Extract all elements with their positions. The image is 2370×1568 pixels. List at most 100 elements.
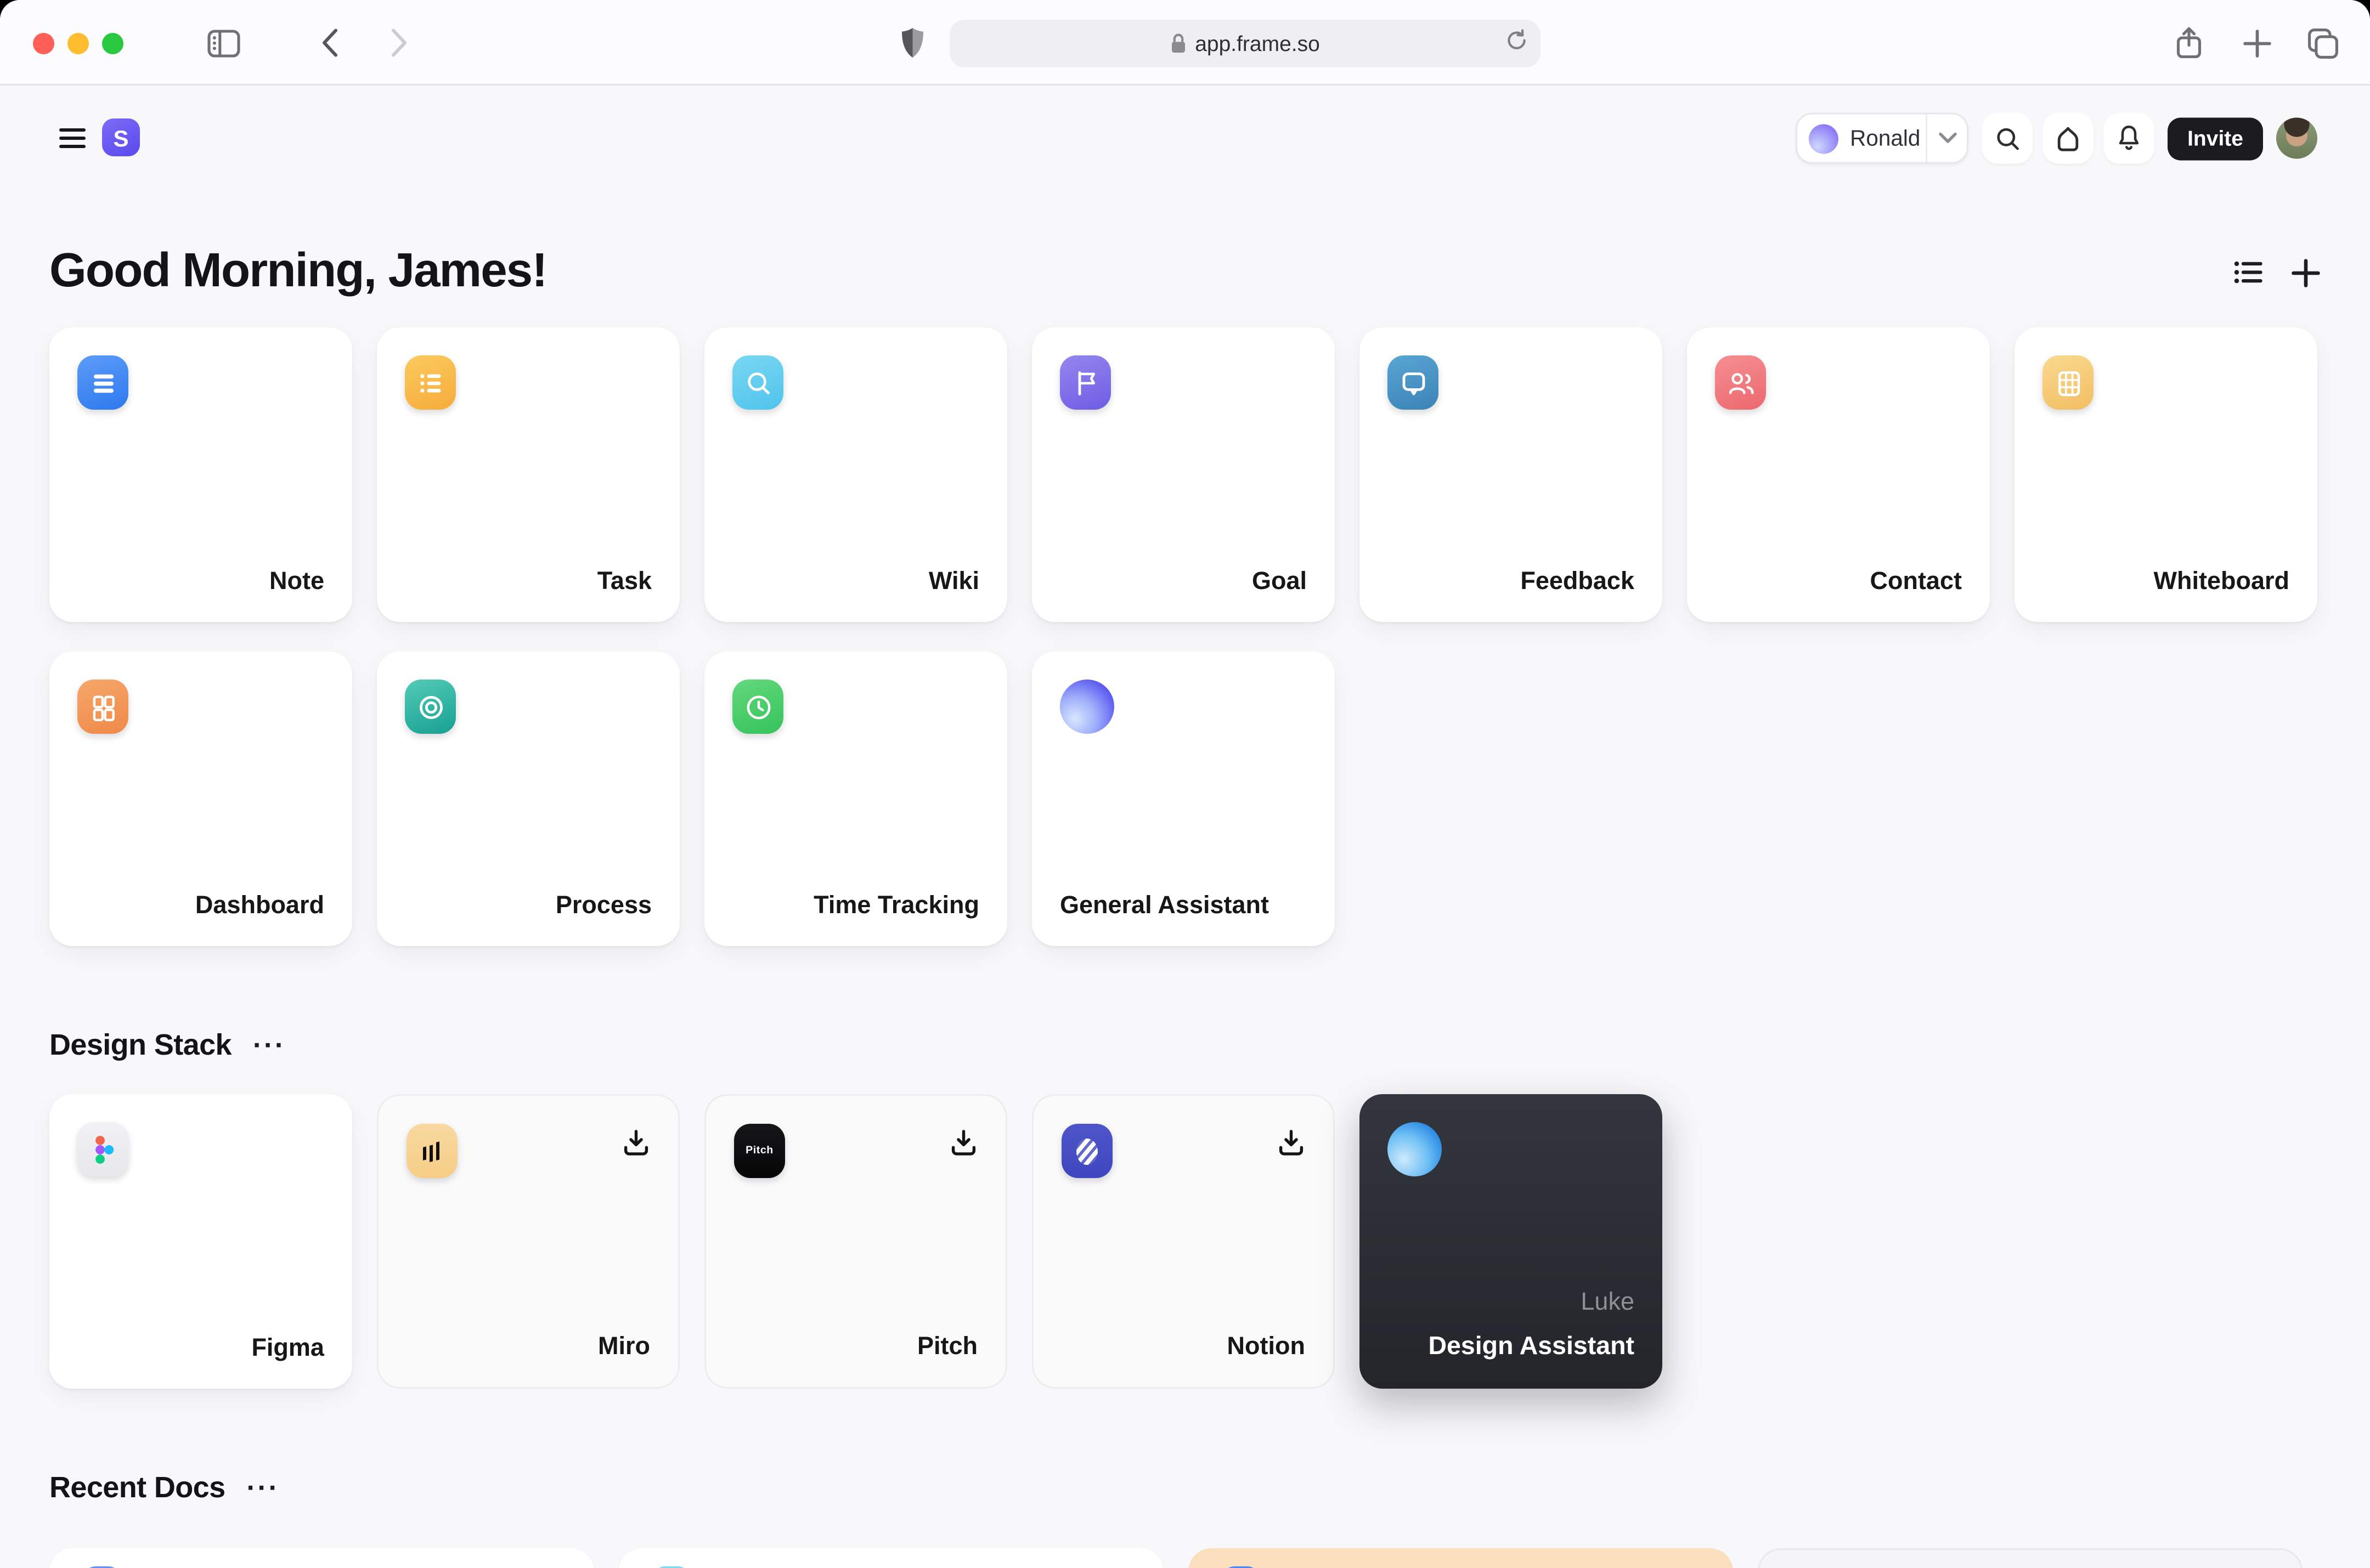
app-card-wiki[interactable]: Wiki (704, 327, 1007, 622)
app-card-contact[interactable]: Contact (1687, 327, 1990, 622)
whiteboard-icon (2042, 355, 2094, 410)
app-card-note[interactable]: Note (49, 327, 352, 622)
app-card-process[interactable]: Process (377, 652, 680, 946)
contact-icon (1715, 355, 1766, 410)
wiki-icon (732, 355, 783, 410)
sphere-blue-icon (1387, 1122, 1442, 1176)
section-title: Recent Docs (49, 1471, 225, 1504)
stack-card-label: Miro (597, 1333, 650, 1361)
section-menu-icon[interactable]: ··· (247, 1474, 280, 1502)
address-bar[interactable]: app.frame.so (950, 20, 1541, 67)
app-header: S Ronald Invite (0, 86, 2370, 191)
stack-card-figma[interactable]: Figma (49, 1094, 352, 1389)
stack-card-miro[interactable]: Miro (377, 1094, 680, 1389)
url-text: app.frame.so (1195, 31, 1320, 56)
app-card-label: Goal (1251, 568, 1307, 596)
page-title: Good Morning, James! (49, 245, 548, 298)
recent-doc-card[interactable] (1188, 1548, 1733, 1568)
search-button[interactable] (1982, 112, 2033, 164)
recent-doc-card[interactable] (619, 1548, 1164, 1568)
process-icon (405, 680, 456, 734)
app-card-dashboard[interactable]: Dashboard (49, 652, 352, 946)
stack-card-label: Pitch (917, 1333, 978, 1361)
forward-icon[interactable] (379, 23, 418, 63)
lock-icon (1172, 33, 1186, 53)
stack-card-label: Figma (251, 1334, 324, 1362)
stack-card-notion[interactable]: Notion (1032, 1094, 1335, 1389)
app-card-time-tracking[interactable]: Time Tracking (704, 652, 1007, 946)
chevron-down-icon (1927, 132, 1967, 144)
app-card-label: Contact (1870, 568, 1962, 596)
recent-docs-grid (49, 1548, 2321, 1568)
workspace-switcher[interactable]: Ronald (1796, 112, 1969, 164)
recent-doc-card[interactable] (49, 1548, 594, 1568)
stack-card-pitch[interactable]: Pitch Pitch (704, 1094, 1007, 1389)
app-card-label: Feedback (1520, 568, 1634, 596)
zoom-window-button[interactable] (101, 32, 123, 54)
invite-button[interactable]: Invite (2168, 117, 2263, 160)
app-card-label: Time Tracking (814, 892, 979, 920)
app-card-feedback[interactable]: Feedback (1359, 327, 1662, 622)
home-button[interactable] (2042, 112, 2094, 164)
section-header: Recent Docs ··· (49, 1471, 2321, 1505)
recent-doc-card[interactable] (1758, 1548, 2303, 1568)
workspace-avatar (1809, 123, 1839, 153)
download-icon[interactable] (1277, 1129, 1305, 1157)
app-card-general-assistant[interactable]: General Assistant (1032, 652, 1335, 946)
dashboard-icon (77, 680, 128, 734)
privacy-shield-icon[interactable] (892, 23, 932, 63)
home-icon (2057, 126, 2079, 151)
bell-icon (2119, 125, 2139, 150)
minimize-window-button[interactable] (66, 32, 88, 54)
search-icon (1996, 127, 2018, 149)
workspace-name: Ronald (1850, 126, 1921, 151)
tab-overview-icon[interactable] (2303, 23, 2342, 63)
app-card-label: Process (555, 892, 652, 920)
time-icon (732, 680, 783, 734)
feedback-icon (1387, 355, 1438, 410)
section-title: Design Stack (49, 1028, 232, 1061)
app-card-label: Task (597, 568, 652, 596)
notifications-button[interactable] (2103, 112, 2155, 164)
download-icon[interactable] (950, 1129, 978, 1157)
app-grid: Note Task Wiki Goal Feedback Contact Whiteboar… (49, 327, 2321, 946)
task-icon (405, 355, 456, 410)
add-app-icon[interactable] (2291, 258, 2321, 287)
sidebar-toggle-icon[interactable] (204, 23, 244, 63)
app-card-label: Wiki (928, 568, 979, 596)
download-icon[interactable] (622, 1129, 650, 1157)
close-window-button[interactable] (32, 32, 54, 54)
section-header: Design Stack ··· (49, 1028, 2321, 1063)
app-logo[interactable]: S (102, 118, 140, 156)
app-card-task[interactable]: Task (377, 327, 680, 622)
new-tab-icon[interactable] (2237, 23, 2276, 63)
pitch-icon: Pitch (734, 1124, 785, 1178)
miro-icon (407, 1124, 458, 1178)
note-icon (77, 355, 128, 410)
app-card-label: Dashboard (195, 892, 324, 920)
sphere-purple-icon (1060, 680, 1114, 734)
share-icon[interactable] (2169, 23, 2209, 63)
stack-card-label: Notion (1227, 1333, 1305, 1361)
browser-toolbar: app.frame.so (0, 0, 2370, 86)
user-avatar[interactable] (2276, 117, 2317, 159)
app-card-label: General Assistant (1060, 892, 1269, 920)
main-content: Good Morning, James! Note Task Wiki Goal Fee… (0, 245, 2370, 1568)
notion-icon (1062, 1124, 1113, 1178)
menu-button[interactable] (59, 128, 86, 148)
list-view-icon[interactable] (2233, 258, 2263, 286)
stack-card-label: Design Assistant (1428, 1333, 1634, 1361)
browser-window: app.frame.so S Ronald Invite Good Mornin… (0, 0, 2370, 1568)
goal-icon (1060, 355, 1111, 410)
reload-icon[interactable] (1506, 28, 1527, 59)
app-card-label: Note (269, 568, 324, 596)
figma-icon (77, 1122, 128, 1176)
section-menu-icon[interactable]: ··· (253, 1031, 286, 1059)
app-card-whiteboard[interactable]: Whiteboard (2015, 327, 2317, 622)
app-card-label: Whiteboard (2153, 568, 2290, 596)
app-card-goal[interactable]: Goal (1032, 327, 1335, 622)
back-icon[interactable] (309, 23, 349, 63)
assistant-name: Luke (1581, 1288, 1634, 1316)
design-stack-grid: Figma Miro Pitch Pitch Notion Luke Design Assi… (49, 1094, 2321, 1389)
stack-card-design-assistant[interactable]: Luke Design Assistant (1359, 1094, 1662, 1389)
